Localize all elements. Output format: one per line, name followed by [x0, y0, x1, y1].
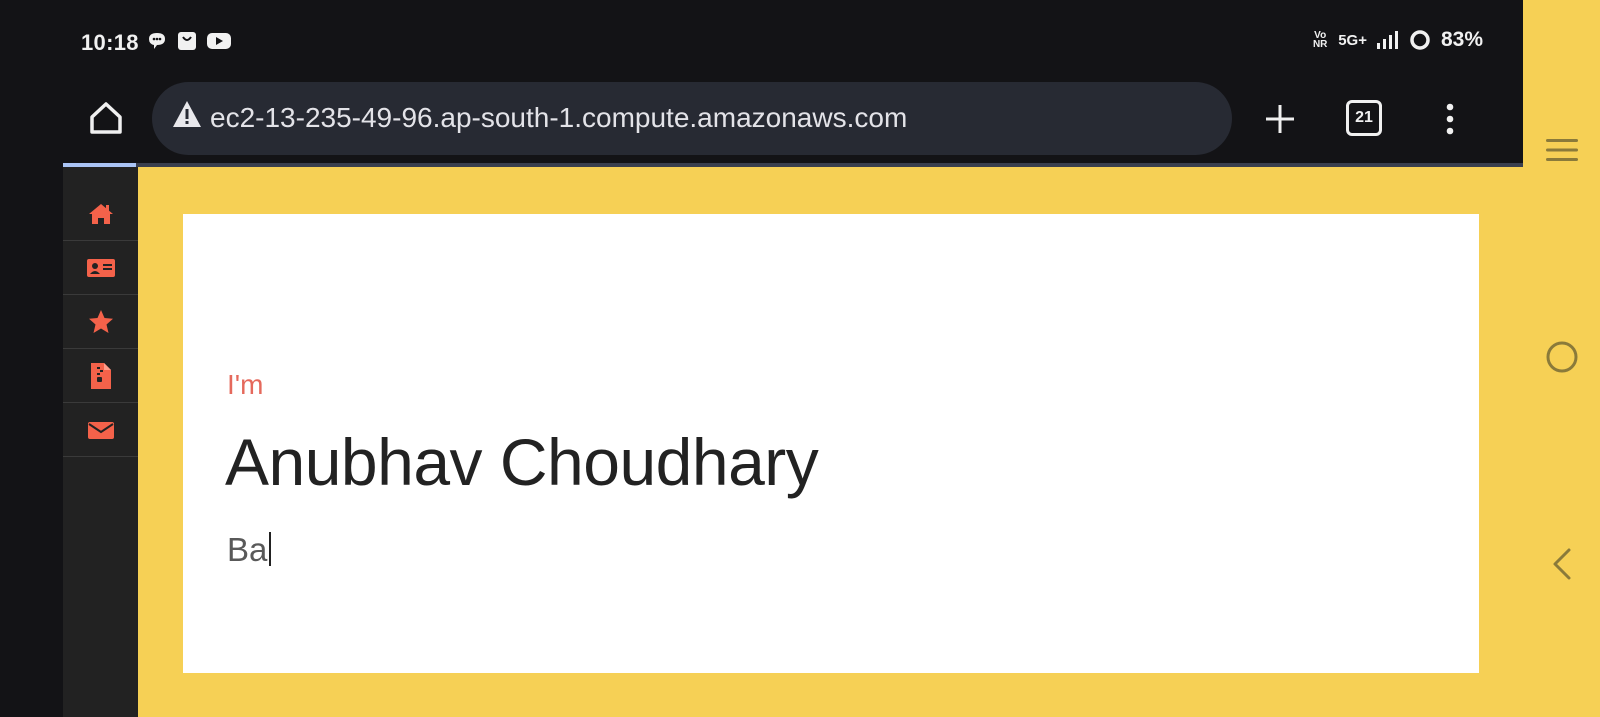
web-page: I'm Anubhav Choudhary Ba — [63, 167, 1523, 717]
typing-caret — [269, 532, 272, 566]
system-navigation-bar — [1523, 0, 1600, 717]
home-icon — [88, 203, 113, 224]
youtube-icon — [207, 33, 231, 49]
url-text[interactable]: ec2-13-235-49-96.ap-south-1.compute.amaz… — [210, 102, 907, 134]
plus-icon — [1266, 105, 1294, 133]
recents-lines-icon — [1545, 139, 1578, 161]
site-sidebar — [63, 167, 138, 717]
hero-card: I'm Anubhav Choudhary Ba — [183, 214, 1479, 673]
chat-bubble-icon — [149, 33, 165, 49]
home-nav-button[interactable] — [1523, 340, 1600, 374]
recents-button[interactable] — [1523, 137, 1600, 163]
sidebar-item-skills[interactable] — [63, 295, 138, 349]
vertical-dots-icon — [1446, 103, 1454, 135]
shopping-bag-icon — [178, 32, 196, 50]
back-chevron-icon — [1553, 548, 1570, 580]
star-icon — [88, 309, 113, 333]
zip-file-icon — [90, 362, 111, 389]
network-type: 5G+ — [1338, 31, 1367, 49]
home-outline-icon — [90, 102, 122, 134]
tab-switcher-button[interactable]: 21 — [1346, 100, 1382, 136]
not-secure-warning-icon[interactable] — [172, 100, 202, 128]
envelope-icon — [87, 421, 114, 439]
volte-indicator: Vo NR — [1312, 30, 1328, 50]
typed-text-value: Ba — [227, 531, 268, 568]
sidebar-item-contact[interactable] — [63, 403, 138, 457]
new-tab-button[interactable] — [1257, 96, 1303, 142]
signal-strength-icon — [1376, 31, 1398, 49]
sidebar-item-about[interactable] — [63, 241, 138, 295]
status-right-cluster: Vo NR 5G+ 83% — [1312, 28, 1483, 52]
battery-ring-icon — [1410, 30, 1430, 50]
browser-toolbar: ec2-13-235-49-96.ap-south-1.compute.amaz… — [63, 82, 1523, 166]
status-notification-icons — [147, 31, 231, 51]
overflow-menu-button[interactable] — [1435, 96, 1465, 142]
home-circle-icon — [1546, 341, 1577, 373]
id-card-icon — [86, 258, 115, 277]
battery-percent: 83% — [1440, 28, 1483, 51]
hero-intro: I'm — [227, 369, 264, 400]
back-button[interactable] — [1523, 547, 1600, 581]
status-time: 10:18 — [81, 30, 139, 55]
home-button[interactable] — [85, 97, 127, 139]
hero-name: Anubhav Choudhary — [225, 425, 819, 499]
left-gutter — [0, 0, 63, 717]
status-bar: 10:18 Vo NR 5G+ 83% — [63, 0, 1523, 82]
address-bar[interactable]: ec2-13-235-49-96.ap-south-1.compute.amaz… — [152, 82, 1232, 155]
sidebar-item-home[interactable] — [63, 187, 138, 241]
sidebar-item-resume[interactable] — [63, 349, 138, 403]
hero-typed-text: Ba — [227, 531, 272, 569]
